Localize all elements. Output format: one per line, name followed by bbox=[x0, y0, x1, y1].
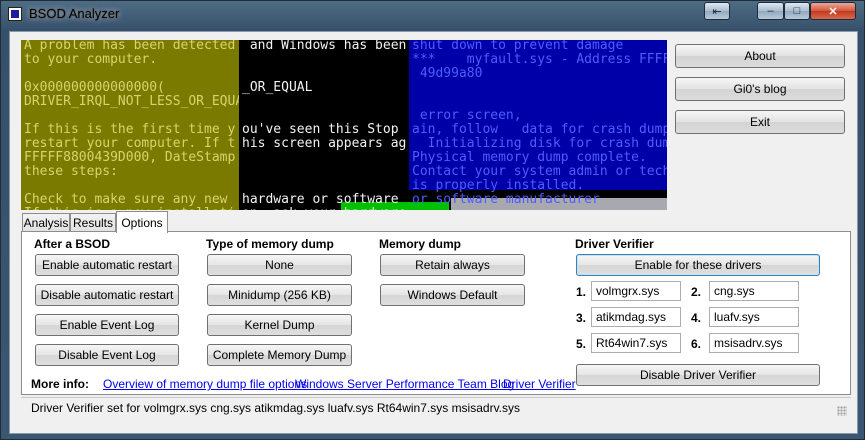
title-bar[interactable]: BSOD Analyzer ⇤ ‒ □ ✕ bbox=[1, 1, 864, 29]
driver-number: 2. bbox=[691, 285, 702, 299]
bsod-text-line: on, ask your hardware bbox=[242, 207, 406, 211]
bsod-text-line: these steps: bbox=[24, 164, 118, 179]
memory-dump-title: Memory dump bbox=[379, 237, 462, 251]
disable-auto-restart-button[interactable]: Disable automatic restart bbox=[35, 284, 179, 306]
restore-icon[interactable]: ⇤ bbox=[704, 2, 730, 20]
app-window: BSOD Analyzer ⇤ ‒ □ ✕ A problem has been… bbox=[0, 0, 865, 440]
about-button[interactable]: About bbox=[675, 44, 845, 68]
close-button[interactable]: ✕ bbox=[810, 2, 856, 20]
minimize-button[interactable]: ‒ bbox=[757, 2, 784, 20]
bsod-text-line: _OR_EQUAL bbox=[242, 80, 313, 95]
status-text: Driver Verifier set for volmgrx.sys cng.… bbox=[31, 401, 521, 415]
enable-verifier-button[interactable]: Enable for these drivers bbox=[576, 254, 820, 276]
maximize-button[interactable]: □ bbox=[784, 2, 810, 20]
tab-options[interactable]: Options bbox=[116, 211, 168, 233]
bsod-text-line: restart your computer. If t bbox=[24, 136, 236, 151]
kernel-dump-button[interactable]: Kernel Dump bbox=[207, 314, 352, 336]
tab-results[interactable]: Results bbox=[70, 213, 116, 232]
bsod-text-line: ou've seen this Stop bbox=[242, 122, 399, 137]
bsod-text-line: Initializing disk for crash dump bbox=[412, 136, 667, 151]
link-performance-blog[interactable]: Windows Server Performance Team Blog bbox=[295, 377, 514, 391]
bsod-text-line: hardware or software bbox=[242, 192, 399, 207]
bsod-text-line: error screen, bbox=[412, 108, 522, 123]
driver-number: 6. bbox=[691, 337, 702, 351]
bsod-text-line: is properly installed. bbox=[412, 178, 585, 193]
driver-number: 4. bbox=[691, 311, 702, 325]
driver-field-1[interactable] bbox=[591, 281, 681, 301]
exit-button[interactable]: Exit bbox=[675, 110, 845, 134]
bsod-text-line: or software manufacturer bbox=[412, 192, 600, 207]
retain-always-button[interactable]: Retain always bbox=[380, 254, 525, 276]
bsod-text-line: If this is a new installati bbox=[24, 207, 235, 211]
bsod-text-line: to your computer. bbox=[24, 52, 158, 67]
app-icon bbox=[8, 7, 22, 21]
window-title: BSOD Analyzer bbox=[29, 6, 120, 21]
link-driver-verifier[interactable]: Driver Verifier bbox=[503, 377, 576, 391]
preview-text-blue: shut down to prevent damage *** myfault.s… bbox=[409, 40, 667, 210]
preview-text-yellow: A problem has been detected to your compu… bbox=[21, 40, 239, 210]
enable-auto-restart-button[interactable]: Enable automatic restart bbox=[35, 254, 179, 276]
dump-none-button[interactable]: None bbox=[207, 254, 352, 276]
status-bar: Driver Verifier set for volmgrx.sys cng.… bbox=[21, 397, 851, 419]
enable-event-log-button[interactable]: Enable Event Log bbox=[35, 314, 179, 336]
windows-default-button[interactable]: Windows Default bbox=[380, 284, 525, 306]
bsod-text-line: 49d99a80 bbox=[412, 66, 483, 81]
bsod-text-line: and Windows has been bbox=[242, 40, 407, 53]
driver-number: 3. bbox=[576, 311, 587, 325]
resize-grip-icon[interactable] bbox=[837, 406, 847, 416]
minidump-button[interactable]: Minidump (256 KB) bbox=[207, 284, 352, 306]
after-bsod-title: After a BSOD bbox=[34, 237, 111, 251]
bsod-text-line: *** myfault.sys - Address FFFFF bbox=[412, 52, 667, 67]
driver-field-2[interactable] bbox=[709, 281, 799, 301]
driver-number: 5. bbox=[576, 337, 587, 351]
disable-verifier-button[interactable]: Disable Driver Verifier bbox=[576, 364, 820, 386]
bsod-text-line: Contact your system admin or tech bbox=[412, 164, 667, 179]
blog-button[interactable]: Gi0's blog bbox=[675, 77, 845, 101]
bsod-text-line: If this is the first time y bbox=[24, 122, 236, 137]
bsod-text-line: Physical memory dump complete. bbox=[412, 150, 647, 165]
client-area: A problem has been detected to your compu… bbox=[9, 31, 858, 434]
bsod-text-line: 0x000000000000000( bbox=[24, 80, 165, 95]
tab-analysis[interactable]: Analysis bbox=[22, 213, 70, 232]
complete-dump-button[interactable]: Complete Memory Dump bbox=[207, 344, 352, 366]
bsod-text-line: FFFFF8800439D000, DateStamp bbox=[24, 150, 236, 165]
driver-verifier-title: Driver Verifier bbox=[575, 237, 654, 251]
options-panel: After a BSOD Enable automatic restart Di… bbox=[21, 231, 851, 395]
driver-field-6[interactable] bbox=[709, 333, 799, 353]
more-info-label: More info: bbox=[31, 377, 89, 391]
bsod-text-line: Check to make sure any new bbox=[24, 192, 228, 207]
driver-field-5[interactable] bbox=[591, 333, 681, 353]
bsod-text-line: DRIVER_IRQL_NOT_LESS_OR_EQUAL bbox=[24, 94, 239, 109]
bsod-preview: A problem has been detected to your compu… bbox=[21, 40, 667, 210]
driver-number: 1. bbox=[576, 285, 587, 299]
disable-event-log-button[interactable]: Disable Event Log bbox=[35, 344, 179, 366]
bsod-text-line: his screen appears ag bbox=[242, 136, 407, 151]
driver-field-3[interactable] bbox=[591, 307, 681, 327]
bsod-text-line: ain, follow data for crash dump . bbox=[412, 122, 667, 137]
driver-field-4[interactable] bbox=[709, 307, 799, 327]
link-memory-dump-overview[interactable]: Overview of memory dump file options bbox=[103, 377, 307, 391]
dump-type-title: Type of memory dump bbox=[206, 237, 334, 251]
preview-text-black: and Windows has been _OR_EQUAL ou've seen … bbox=[239, 40, 409, 210]
